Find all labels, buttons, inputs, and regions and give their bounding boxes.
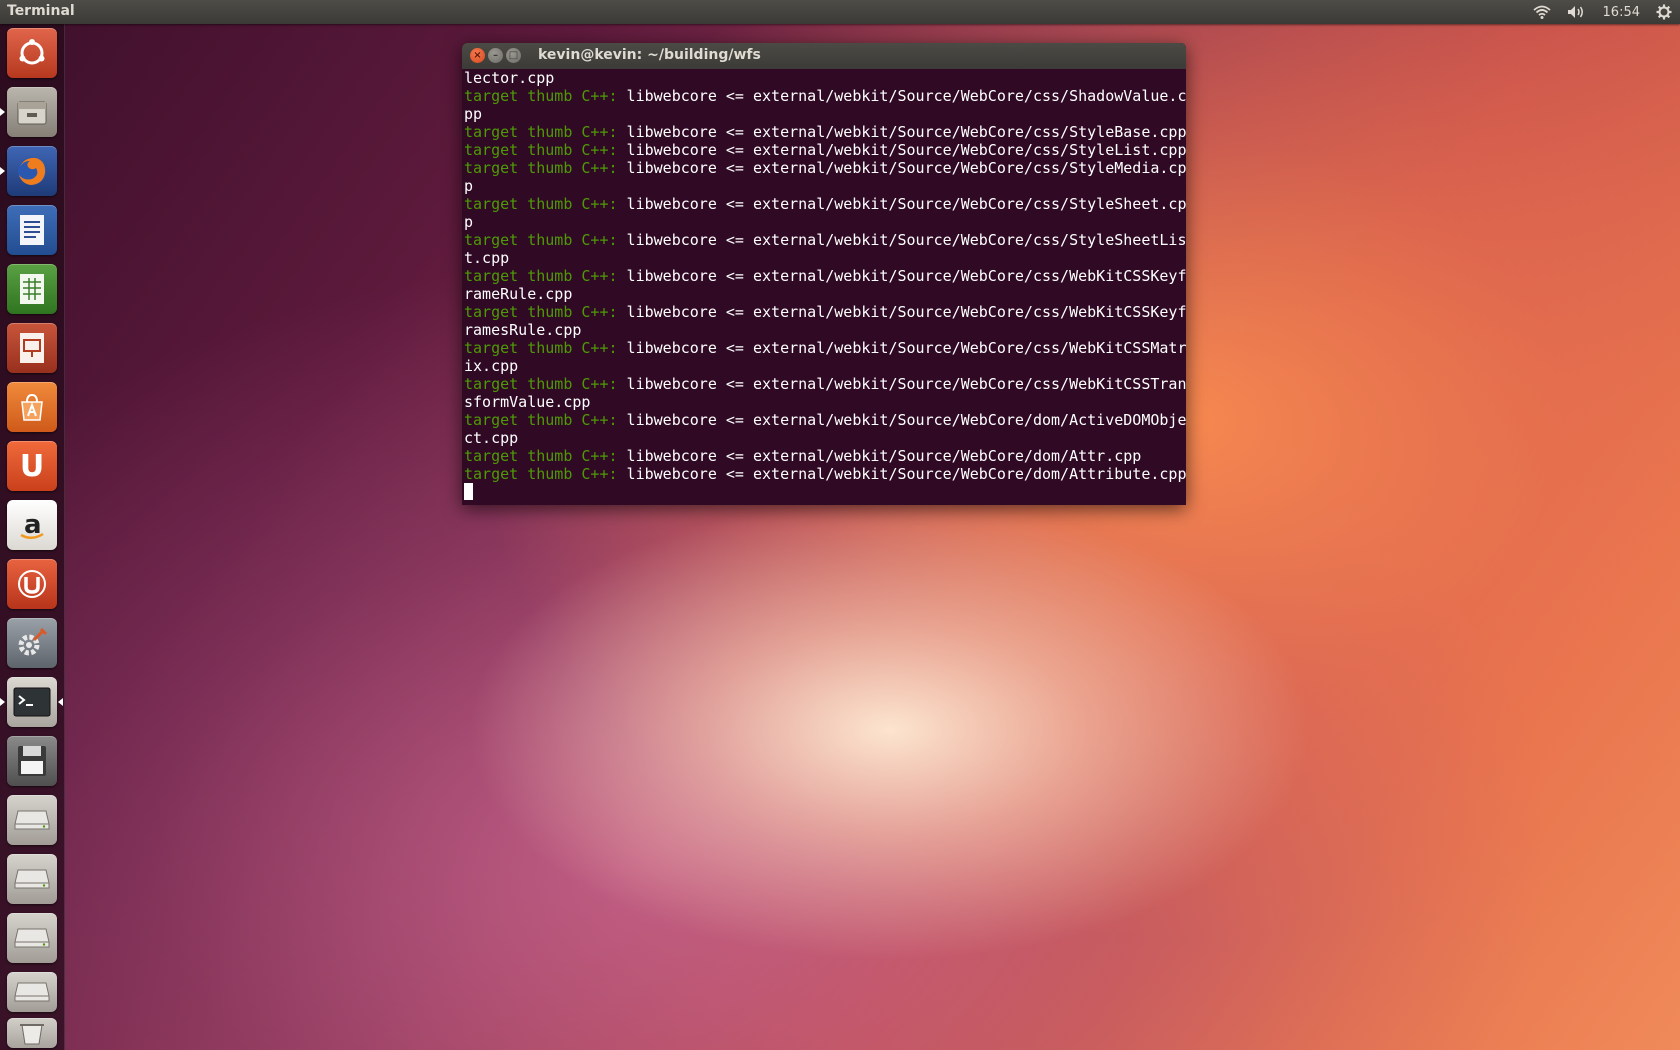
- terminal-line: target thumb C++: libwebcore <= external…: [464, 141, 1186, 159]
- terminal-window[interactable]: × – □ kevin@kevin: ~/building/wfs lector…: [462, 43, 1186, 505]
- build-output-text: libwebcore <= external/webkit/Source/Web…: [617, 141, 1186, 159]
- terminal-line: target thumb C++: libwebcore <= external…: [464, 339, 1186, 357]
- gear-icon[interactable]: [1656, 4, 1672, 20]
- terminal-line: sformValue.cpp: [464, 393, 1186, 411]
- build-output-text: rameRule.cpp: [464, 285, 573, 303]
- build-output-text: sformValue.cpp: [464, 393, 591, 411]
- prompt-line[interactable]: [464, 483, 1186, 501]
- build-target-prefix: target thumb C++:: [464, 195, 618, 213]
- volume-icon[interactable]: [1567, 5, 1587, 19]
- calc-icon[interactable]: [7, 264, 57, 314]
- build-output-text: libwebcore <= external/webkit/Source/Web…: [617, 159, 1186, 177]
- active-app-title: Terminal: [7, 3, 75, 19]
- window-title: kevin@kevin: ~/building/wfs: [538, 47, 761, 63]
- build-output-text: libwebcore <= external/webkit/Source/Web…: [617, 87, 1186, 105]
- build-output-text: p: [464, 213, 474, 231]
- build-target-prefix: target thumb C++:: [464, 267, 618, 285]
- build-output-text: libwebcore <= external/webkit/Source/Web…: [617, 411, 1186, 429]
- drive-icon[interactable]: [7, 913, 57, 963]
- build-output-text: pp: [464, 105, 483, 123]
- terminal-line: p: [464, 177, 1186, 195]
- terminal-line: ramesRule.cpp: [464, 321, 1186, 339]
- window-titlebar[interactable]: × – □ kevin@kevin: ~/building/wfs: [462, 43, 1186, 69]
- terminal-output[interactable]: lector.cpp target thumb C++: libwebcore <…: [462, 69, 1186, 501]
- build-target-prefix: target thumb C++:: [464, 411, 618, 429]
- terminal-line: target thumb C++: libwebcore <= external…: [464, 123, 1186, 141]
- top-panel: Terminal 16:54: [0, 0, 1680, 24]
- terminal-line: ct.cpp: [464, 429, 1186, 447]
- build-output-text: libwebcore <= external/webkit/Source/Web…: [617, 339, 1186, 357]
- terminal-line: ix.cpp: [464, 357, 1186, 375]
- terminal-line: target thumb C++: libwebcore <= external…: [464, 159, 1186, 177]
- minimize-button[interactable]: –: [488, 48, 503, 63]
- wifi-icon[interactable]: [1532, 5, 1551, 19]
- indicator-area: 16:54: [1532, 2, 1672, 22]
- terminal-line: lector.cpp: [464, 69, 1186, 87]
- build-output-text: ramesRule.cpp: [464, 321, 582, 339]
- terminal-line: target thumb C++: libwebcore <= external…: [464, 87, 1186, 105]
- build-output-text: libwebcore <= external/webkit/Source/Web…: [617, 231, 1186, 249]
- ubuntu-one-music-icon[interactable]: [7, 559, 57, 609]
- writer-icon[interactable]: [7, 205, 57, 255]
- dash-home-icon[interactable]: [7, 28, 57, 78]
- build-output-text: libwebcore <= external/webkit/Source/Web…: [617, 375, 1186, 393]
- build-target-prefix: target thumb C++:: [464, 231, 618, 249]
- firefox-icon[interactable]: [7, 146, 57, 196]
- terminal-line: p: [464, 213, 1186, 231]
- running-indicator: [0, 108, 5, 116]
- terminal-line: target thumb C++: libwebcore <= external…: [464, 303, 1186, 321]
- build-output-text: libwebcore <= external/webkit/Source/Web…: [617, 447, 1142, 465]
- build-output-text: libwebcore <= external/webkit/Source/Web…: [617, 267, 1186, 285]
- running-indicator: [0, 167, 5, 175]
- build-target-prefix: target thumb C++:: [464, 447, 618, 465]
- system-settings-icon[interactable]: [7, 618, 57, 668]
- build-target-prefix: target thumb C++:: [464, 303, 618, 321]
- build-output-text: libwebcore <= external/webkit/Source/Web…: [617, 465, 1186, 483]
- terminal-line: t.cpp: [464, 249, 1186, 267]
- build-target-prefix: target thumb C++:: [464, 159, 618, 177]
- terminal-line: rameRule.cpp: [464, 285, 1186, 303]
- terminal-line: target thumb C++: libwebcore <= external…: [464, 465, 1186, 483]
- build-target-prefix: target thumb C++:: [464, 375, 618, 393]
- build-output-text: libwebcore <= external/webkit/Source/Web…: [617, 303, 1186, 321]
- floppy-icon[interactable]: [7, 736, 57, 786]
- amazon-icon[interactable]: a: [7, 500, 57, 550]
- terminal-line: target thumb C++: libwebcore <= external…: [464, 267, 1186, 285]
- clock[interactable]: 16:54: [1603, 5, 1640, 20]
- trash-icon[interactable]: [7, 1018, 57, 1048]
- build-output-text: t.cpp: [464, 249, 510, 267]
- terminal-line: target thumb C++: libwebcore <= external…: [464, 231, 1186, 249]
- build-output-text: p: [464, 177, 474, 195]
- running-indicator: [0, 698, 5, 706]
- build-output-text: ix.cpp: [464, 357, 519, 375]
- drive-icon[interactable]: [7, 795, 57, 845]
- terminal-line: target thumb C++: libwebcore <= external…: [464, 411, 1186, 429]
- software-center-icon[interactable]: [7, 382, 57, 432]
- focus-indicator: [58, 698, 63, 706]
- impress-icon[interactable]: [7, 323, 57, 373]
- build-target-prefix: target thumb C++:: [464, 465, 618, 483]
- terminal-icon[interactable]: [7, 677, 57, 727]
- build-output-text: lector.cpp: [464, 69, 555, 87]
- close-button[interactable]: ×: [470, 48, 485, 63]
- drive-icon[interactable]: [7, 854, 57, 904]
- build-output-text: libwebcore <= external/webkit/Source/Web…: [617, 123, 1186, 141]
- build-target-prefix: target thumb C++:: [464, 339, 618, 357]
- terminal-line: target thumb C++: libwebcore <= external…: [464, 375, 1186, 393]
- terminal-line: pp: [464, 105, 1186, 123]
- maximize-button[interactable]: □: [506, 48, 521, 63]
- build-target-prefix: target thumb C++:: [464, 141, 618, 159]
- files-icon[interactable]: [7, 87, 57, 137]
- build-output-text: libwebcore <= external/webkit/Source/Web…: [617, 195, 1186, 213]
- text-cursor: [464, 483, 473, 500]
- ubuntu-one-icon[interactable]: U: [7, 441, 57, 491]
- terminal-line: target thumb C++: libwebcore <= external…: [464, 447, 1186, 465]
- terminal-line: target thumb C++: libwebcore <= external…: [464, 195, 1186, 213]
- build-target-prefix: target thumb C++:: [464, 123, 618, 141]
- build-target-prefix: target thumb C++:: [464, 87, 618, 105]
- launcher: U a: [0, 24, 65, 1050]
- build-output-text: ct.cpp: [464, 429, 519, 447]
- drive-icon[interactable]: [7, 972, 57, 1012]
